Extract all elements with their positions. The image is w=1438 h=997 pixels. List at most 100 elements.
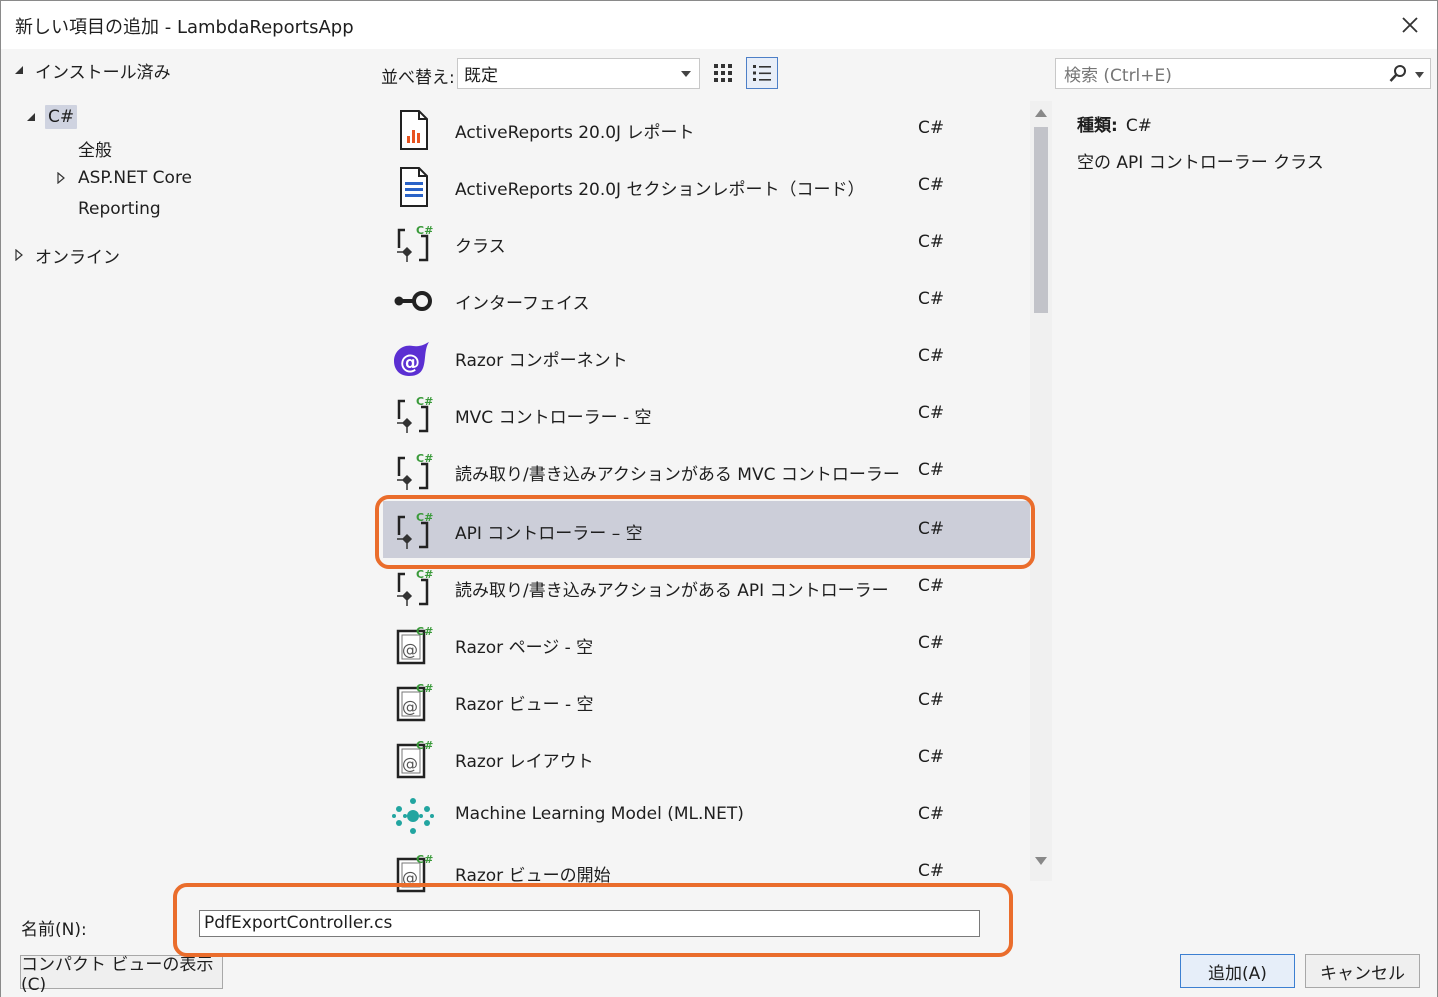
svg-text:C#: C#	[416, 625, 433, 638]
template-language: C#	[918, 690, 945, 710]
details-type-label: 種類:	[1077, 116, 1118, 136]
list-view-icon	[753, 65, 771, 81]
grid-view-icon	[714, 64, 732, 82]
razor-page-icon: @ C#	[391, 623, 435, 667]
template-label: ActiveReports 20.0J レポート	[455, 123, 695, 143]
template-label: クラス	[455, 237, 506, 257]
tree-label: Reporting	[78, 199, 161, 219]
close-button[interactable]	[1391, 7, 1429, 43]
template-language: C#	[918, 346, 945, 366]
template-label: インターフェイス	[455, 294, 590, 314]
template-language: C#	[918, 175, 945, 195]
template-list-scrollbar[interactable]	[1030, 101, 1052, 881]
ml-model-icon	[391, 794, 435, 838]
razor-page-icon: @ C#	[391, 737, 435, 781]
interface-icon	[391, 279, 435, 323]
svg-text:C#: C#	[416, 568, 433, 581]
template-language: C#	[918, 460, 945, 480]
template-item-activereports-report[interactable]: ActiveReports 20.0J レポート C#	[383, 100, 1031, 157]
tree-label: 全般	[78, 140, 112, 161]
svg-text:@: @	[402, 754, 418, 773]
template-item-activereports-section-report[interactable]: ActiveReports 20.0J セクションレポート（コード） C#	[383, 157, 1031, 214]
add-new-item-dialog: 新しい項目の追加 - LambdaReportsApp インストール済み C# …	[0, 0, 1438, 997]
tree-label: C#	[45, 105, 78, 129]
template-item-interface[interactable]: インターフェイス C#	[383, 271, 1031, 328]
template-label: Razor ビュー - 空	[455, 695, 594, 715]
svg-text:@: @	[400, 350, 420, 374]
expanded-caret-icon	[13, 64, 25, 76]
compact-view-button[interactable]: コンパクト ビューの表示(C)	[20, 955, 223, 995]
expanded-caret-icon	[25, 111, 37, 123]
template-language: C#	[918, 289, 945, 309]
highlight-name-field	[173, 883, 1013, 957]
tree-item-general[interactable]: 全般	[78, 133, 112, 163]
scroll-thumb[interactable]	[1034, 127, 1048, 313]
highlight-selected-template	[375, 495, 1035, 569]
chevron-down-icon[interactable]	[1415, 72, 1424, 78]
section-report-icon	[391, 165, 435, 209]
details-type-value: C#	[1125, 116, 1152, 136]
tree-item-installed[interactable]: インストール済み	[13, 55, 171, 85]
add-button[interactable]: 追加(A)	[1180, 954, 1295, 988]
template-item-class[interactable]: C# クラス C#	[383, 214, 1031, 271]
template-label: Razor レイアウト	[455, 752, 594, 772]
svg-text:C#: C#	[416, 395, 433, 408]
report-icon	[391, 108, 435, 152]
template-language: C#	[918, 747, 945, 767]
template-language: C#	[918, 403, 945, 423]
grid-view-button[interactable]	[707, 57, 739, 89]
svg-text:C#: C#	[416, 224, 433, 237]
template-item-razor-view-empty[interactable]: @ C# Razor ビュー - 空 C#	[383, 672, 1031, 729]
tree-item-online[interactable]: オンライン	[13, 240, 120, 270]
category-tree: インストール済み C# 全般 ASP.NET Core Reporting オン…	[1, 49, 373, 899]
controller-icon: C#	[391, 450, 435, 494]
template-label: Razor コンポーネント	[455, 351, 628, 371]
search-icon	[1389, 65, 1406, 82]
template-language: C#	[918, 118, 945, 138]
svg-text:@: @	[402, 697, 418, 716]
scroll-down-icon[interactable]	[1035, 857, 1047, 865]
controller-icon: C#	[391, 393, 435, 437]
template-language: C#	[918, 804, 945, 824]
list-view-button[interactable]	[746, 57, 778, 89]
template-item-razor-page-empty[interactable]: @ C# Razor ページ - 空 C#	[383, 615, 1031, 672]
template-language: C#	[918, 576, 945, 596]
svg-text:C#: C#	[416, 853, 433, 866]
sort-label: 並べ替え:	[381, 68, 455, 88]
svg-text:C#: C#	[416, 739, 433, 752]
details-description: 空の API コントローラー クラス	[1077, 153, 1324, 173]
sort-value: 既定	[464, 66, 498, 86]
template-label: 読み取り/書き込みアクションがある API コントローラー	[455, 581, 889, 601]
class-icon: C#	[391, 222, 435, 266]
template-item-mvc-controller-empty[interactable]: C# MVC コントローラー - 空 C#	[383, 385, 1031, 442]
cancel-button[interactable]: キャンセル	[1305, 954, 1420, 988]
collapsed-caret-icon	[13, 249, 25, 261]
tree-item-reporting[interactable]: Reporting	[78, 194, 161, 224]
sort-dropdown[interactable]: 既定	[457, 58, 700, 89]
svg-text:C#: C#	[416, 682, 433, 695]
template-item-razor-component[interactable]: @ Razor コンポーネント C#	[383, 328, 1031, 385]
title-bar: 新しい項目の追加 - LambdaReportsApp	[1, 1, 1437, 49]
template-label: 読み取り/書き込みアクションがある MVC コントローラー	[455, 465, 900, 485]
template-item-razor-layout[interactable]: @ C# Razor レイアウト C#	[383, 729, 1031, 786]
scroll-up-icon[interactable]	[1035, 109, 1047, 117]
controller-icon: C#	[391, 566, 435, 610]
chevron-down-icon	[681, 71, 691, 77]
tree-label: オンライン	[35, 247, 120, 268]
tree-item-aspnet[interactable]: ASP.NET Core	[55, 163, 192, 193]
template-item-mvc-controller-rw[interactable]: C# 読み取り/書き込みアクションがある MVC コントローラー C#	[383, 442, 1031, 499]
tree-item-csharp[interactable]: C#	[25, 102, 78, 132]
search-input[interactable]: 検索 (Ctrl+E)	[1055, 58, 1431, 89]
template-label: MVC コントローラー - 空	[455, 408, 652, 428]
template-language: C#	[918, 633, 945, 653]
razor-component-icon: @	[391, 336, 435, 380]
template-item-ml-model[interactable]: Machine Learning Model (ML.NET) C#	[383, 786, 1031, 843]
name-label: 名前(N):	[21, 920, 87, 940]
svg-text:C#: C#	[416, 452, 433, 465]
svg-text:@: @	[402, 640, 418, 659]
window-title: 新しい項目の追加 - LambdaReportsApp	[15, 17, 354, 38]
razor-page-icon: @ C#	[391, 680, 435, 724]
template-language: C#	[918, 861, 945, 881]
tree-label: インストール済み	[35, 62, 171, 83]
template-label: Razor ページ - 空	[455, 638, 594, 658]
